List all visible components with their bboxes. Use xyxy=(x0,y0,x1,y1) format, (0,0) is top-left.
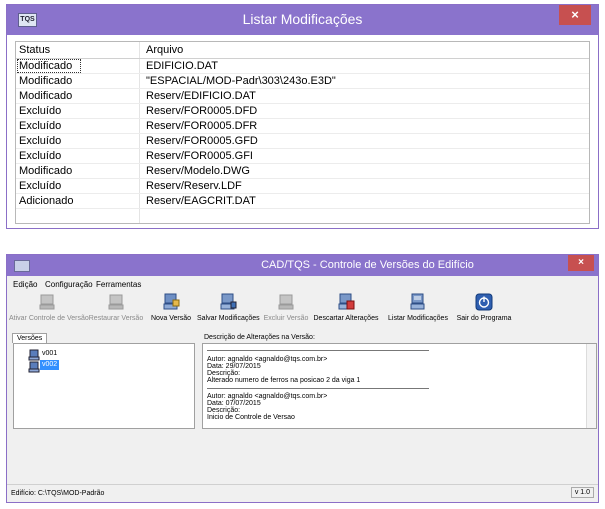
list-icon xyxy=(410,293,425,310)
power-icon xyxy=(475,293,493,311)
list-modifications-button[interactable]: Listar Modificações xyxy=(385,293,451,329)
toolbar-label: Descartar Alterações xyxy=(313,315,379,322)
description-header: Descrição de Alterações na Versão: xyxy=(204,334,315,341)
delete-icon xyxy=(278,294,294,310)
toolbar-label: Listar Modificações xyxy=(388,315,448,322)
table-row[interactable]: Excluído Reserv/Reserv.LDF xyxy=(16,179,589,194)
table-row[interactable]: Modificado "ESPACIAL/MOD-Padr\303\243o.E3… xyxy=(16,74,589,89)
row-file: Reserv/Reserv.LDF xyxy=(146,180,242,192)
row-file: Reserv/FOR0005.GFI xyxy=(146,150,253,162)
discard-changes-button[interactable]: Descartar Alterações xyxy=(311,293,381,329)
row-file: EDIFICIO.DAT xyxy=(146,60,218,72)
title-bar[interactable]: CAD/TQS - Controle de Versões do Edifíci… xyxy=(7,255,598,276)
row-file: Reserv/FOR0005.DFD xyxy=(146,105,258,117)
version-node-icon xyxy=(28,349,40,373)
tree-item-v001[interactable]: v001 xyxy=(40,349,59,359)
title-bar[interactable]: TQS Listar Modificações × xyxy=(7,5,598,35)
table-row[interactable]: Excluído Reserv/FOR0005.GFI xyxy=(16,149,589,164)
row-status: Excluído xyxy=(19,180,62,192)
table-row[interactable]: Modificado Reserv/EDIFICIO.DAT xyxy=(16,89,589,104)
table-row[interactable]: Excluído Reserv/FOR0005.GFD xyxy=(16,134,589,149)
row-status: Excluído xyxy=(19,105,62,117)
version-badge: v 1.0 xyxy=(570,487,594,498)
table-header: Status Arquivo xyxy=(16,42,589,59)
tree-item-v002[interactable]: v002 xyxy=(40,360,60,370)
row-status: Modificado xyxy=(16,59,82,73)
save-modifications-button[interactable]: Salvar Modificações xyxy=(197,293,260,329)
column-header-status[interactable]: Status xyxy=(19,44,50,56)
toolbar-label: Salvar Modificações xyxy=(197,315,260,322)
entry-desc-label: Descrição: xyxy=(207,370,241,377)
exit-program-button[interactable]: Sair do Programa xyxy=(455,293,513,329)
toolbar-label: Nova Versão xyxy=(150,315,192,322)
toolbar-label: Sair do Programa xyxy=(456,315,512,322)
discard-icon xyxy=(338,293,355,310)
close-button[interactable]: × xyxy=(559,5,591,25)
menu-bar: Edição Configuração Ferramentas xyxy=(7,278,598,292)
menu-configuracao[interactable]: Configuração xyxy=(45,280,93,289)
status-bar: Edifício: C:\TQS\MOD-Padrão v 1.0 xyxy=(7,484,598,502)
row-status: Modificado xyxy=(19,165,73,177)
row-status: Excluído xyxy=(19,120,62,132)
table-row[interactable]: Excluído Reserv/FOR0005.DFD xyxy=(16,104,589,119)
status-text: Edifício: C:\TQS\MOD-Padrão xyxy=(11,490,105,497)
new-version-button[interactable]: Nova Versão xyxy=(149,293,193,329)
row-status: Adicionado xyxy=(19,195,74,207)
computer-icon xyxy=(39,294,55,310)
delete-version-button[interactable]: Excluir Versão xyxy=(263,293,309,329)
row-status: Modificado xyxy=(19,75,73,87)
row-file: Reserv/EDIFICIO.DAT xyxy=(146,90,256,102)
menu-ferramentas[interactable]: Ferramentas xyxy=(96,280,141,289)
entry-author: Autor: agnaldo <agnaldo@tqs.com.br> xyxy=(207,356,328,363)
row-file: Reserv/FOR0005.GFD xyxy=(146,135,258,147)
row-file: Reserv/Modelo.DWG xyxy=(146,165,250,177)
close-button[interactable]: × xyxy=(568,255,594,271)
versions-tree-panel: v001 v002 xyxy=(13,343,195,429)
entry-desc: Inicio de Controle de Versao xyxy=(207,414,295,421)
computer-icon xyxy=(108,294,124,310)
row-file: Reserv/EAGCRIT.DAT xyxy=(146,195,256,207)
toolbar-label: Excluir Versão xyxy=(263,315,309,322)
entry-desc: Alterado numero de ferros na posicao 2 d… xyxy=(207,377,361,384)
table-row[interactable]: Modificado EDIFICIO.DAT xyxy=(16,59,589,74)
divider xyxy=(207,388,429,389)
row-file: Reserv/FOR0005.DFR xyxy=(146,120,258,132)
tab-versions[interactable]: Versões xyxy=(12,333,48,343)
window-title: Listar Modificações xyxy=(242,11,363,27)
row-status: Modificado xyxy=(19,90,73,102)
empty-area xyxy=(7,433,598,485)
entry-date: Data: 29/07/2015 xyxy=(207,363,261,370)
new-version-icon xyxy=(163,293,180,310)
entry-date: Data: 07/07/2015 xyxy=(207,400,261,407)
row-status: Excluído xyxy=(19,150,62,162)
description-panel: Autor: agnaldo <agnaldo@tqs.com.br> Data… xyxy=(202,343,597,429)
version-control-window: CAD/TQS - Controle de Versões do Edifíci… xyxy=(6,254,599,503)
toolbar-label: Restaurar Versão xyxy=(88,315,144,322)
window-title: CAD/TQS - Controle de Versões do Edifíci… xyxy=(261,259,474,271)
menu-edicao[interactable]: Edição xyxy=(13,280,37,289)
divider xyxy=(207,350,429,351)
table-row[interactable]: Excluído Reserv/FOR0005.DFR xyxy=(16,119,589,134)
toolbar: Ativar Controle de Versão Restaurar Vers… xyxy=(7,293,598,329)
row-status: Excluído xyxy=(19,135,62,147)
save-icon xyxy=(220,293,237,310)
activate-version-control-button[interactable]: Ativar Controle de Versão xyxy=(9,293,89,329)
list-modifications-window: TQS Listar Modificações × Status Arquivo… xyxy=(6,4,599,229)
restore-version-button[interactable]: Restaurar Versão xyxy=(87,293,145,329)
column-header-file[interactable]: Arquivo xyxy=(146,44,183,56)
table-row[interactable]: Adicionado Reserv/EAGCRIT.DAT xyxy=(16,194,589,209)
entry-desc-label: Descrição: xyxy=(207,407,241,414)
entry-author: Autor: agnaldo <agnaldo@tqs.com.br> xyxy=(207,393,328,400)
modifications-table: Status Arquivo Modificado EDIFICIO.DAT Mo… xyxy=(15,41,590,224)
row-file: "ESPACIAL/MOD-Padr\303\243o.E3D" xyxy=(146,75,336,87)
table-row[interactable]: Modificado Reserv/Modelo.DWG xyxy=(16,164,589,179)
vertical-scrollbar[interactable] xyxy=(586,344,596,428)
toolbar-label: Ativar Controle de Versão xyxy=(9,315,89,322)
